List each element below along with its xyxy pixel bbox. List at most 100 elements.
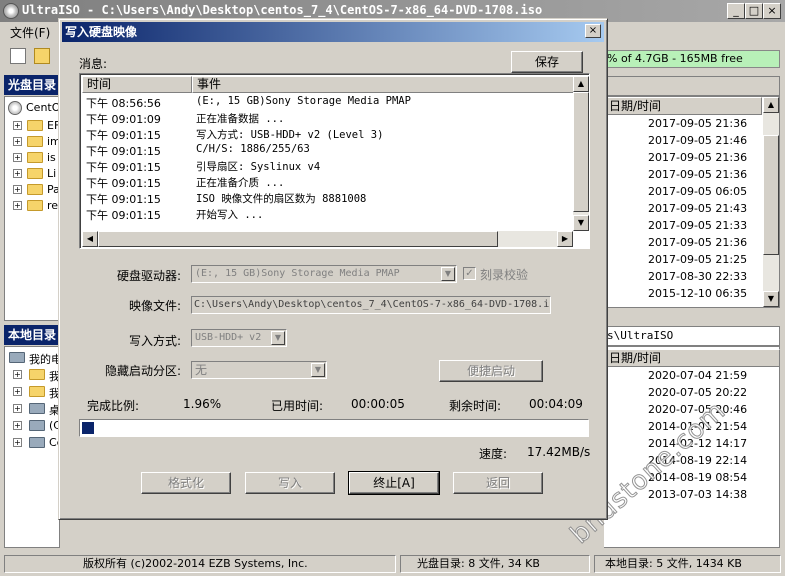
drive-select[interactable]: (E:, 15 GB)Sony Storage Media PMAP ▼	[191, 265, 457, 283]
scroll-up-icon[interactable]: ▲	[763, 97, 779, 113]
iso-folder-item[interactable]: + im	[5, 134, 61, 150]
expand-plus-icon[interactable]: +	[13, 438, 22, 447]
local-file-date[interactable]: 2013-07-03 14:38	[648, 488, 747, 501]
elapsed-value: 00:00:05	[351, 397, 405, 411]
iso-file-date[interactable]: 2017-09-05 21:25	[648, 253, 747, 266]
iso-file-date[interactable]: 2017-09-05 21:36	[648, 236, 747, 249]
iso-folder-item[interactable]: + is	[5, 150, 61, 166]
quick-boot-button[interactable]: 便捷启动	[439, 360, 543, 382]
log-scroll-down-icon[interactable]: ▼	[573, 215, 589, 231]
expand-plus-icon[interactable]: +	[13, 185, 22, 194]
log-scroll-up-icon[interactable]: ▲	[573, 76, 589, 92]
scroll-down-icon[interactable]: ▼	[763, 291, 779, 307]
iso-file-date[interactable]: 2017-09-05 21:36	[648, 117, 747, 130]
save-button[interactable]: 保存	[511, 51, 583, 73]
menu-file[interactable]: 文件(F)	[10, 24, 50, 41]
log-entry[interactable]: 下午 09:01:09 正在准备数据 ...	[82, 111, 572, 127]
folder-icon	[29, 386, 45, 397]
stop-button[interactable]: 终止[A]	[348, 471, 440, 495]
log-time-header[interactable]: 时间	[82, 76, 192, 93]
log-entry[interactable]: 下午 08:56:56 (E:, 15 GB)Sony Storage Media…	[82, 95, 572, 111]
iso-file-date[interactable]: 2017-08-30 22:33	[648, 270, 747, 283]
expand-plus-icon[interactable]: +	[13, 201, 22, 210]
local-path-field[interactable]: s\UltraISO	[604, 326, 780, 346]
log-scroll-right-icon[interactable]: ▶	[557, 231, 573, 247]
iso-file-date[interactable]: 2017-09-05 21:43	[648, 202, 747, 215]
local-file-date[interactable]: 2020-07-04 21:59	[648, 369, 747, 382]
log-event-header[interactable]: 事件	[192, 76, 575, 93]
iso-file-date[interactable]: 2017-09-05 21:46	[648, 134, 747, 147]
iso-tree: CentO + EF + im + is + Li + Pa + re	[4, 96, 61, 321]
dialog-close-icon[interactable]: ×	[585, 24, 601, 38]
hidden-partition-dropdown-icon[interactable]: ▼	[311, 363, 325, 377]
iso-folder-item[interactable]: + Pa	[5, 182, 61, 198]
folder-icon	[27, 120, 43, 131]
expand-plus-icon[interactable]: +	[13, 121, 22, 130]
iso-list-scrollbar[interactable]: ▲ ▼	[763, 97, 779, 307]
log-time: 下午 09:01:15	[86, 209, 161, 222]
folder-icon	[27, 152, 43, 163]
expand-plus-icon[interactable]: +	[13, 421, 22, 430]
local-tree-item[interactable]: + 桌	[5, 401, 61, 417]
log-scroll-left-icon[interactable]: ◀	[82, 231, 98, 247]
iso-folder-item[interactable]: + Li	[5, 166, 61, 182]
expand-plus-icon[interactable]: +	[13, 169, 22, 178]
image-file-field[interactable]: C:\Users\Andy\Desktop\centos_7_4\CentOS-…	[191, 296, 551, 314]
local-tree-item[interactable]: + 我	[5, 367, 61, 383]
iso-date-column-header[interactable]: 日期/时间	[604, 97, 762, 115]
iso-file-date[interactable]: 2017-09-05 21:36	[648, 168, 747, 181]
log-vertical-scrollbar[interactable]: ▲ ▼	[573, 76, 589, 231]
local-tree-item[interactable]: + 我	[5, 384, 61, 400]
expand-plus-icon[interactable]: +	[13, 153, 22, 162]
verify-checkbox[interactable]: ✓	[463, 267, 476, 280]
speed-label: 速度:	[479, 447, 508, 461]
local-date-column-header[interactable]: 日期/时间	[604, 349, 780, 367]
log-entry[interactable]: 下午 09:01:15 正在准备介质 ...	[82, 175, 572, 191]
dialog-title: 写入硬盘映像	[65, 25, 138, 39]
iso-folder-item[interactable]: + re	[5, 198, 61, 214]
format-button[interactable]: 格式化	[141, 472, 231, 494]
messages-label: 消息:	[79, 57, 108, 71]
iso-file-date[interactable]: 2017-09-05 06:05	[648, 185, 747, 198]
disc-icon	[8, 101, 22, 115]
iso-path-bar	[604, 76, 780, 96]
open-folder-icon[interactable]	[34, 48, 50, 64]
iso-file-date[interactable]: 2015-12-10 06:35	[648, 287, 747, 300]
expand-plus-icon[interactable]: +	[13, 370, 22, 379]
expand-plus-icon[interactable]: +	[13, 404, 22, 413]
write-button[interactable]: 写入	[245, 472, 335, 494]
message-log: 时间 事件 下午 08:56:56 (E:, 15 GB)Sony Storage…	[79, 73, 590, 249]
minimize-icon[interactable]: _	[727, 3, 745, 19]
write-mode-select[interactable]: USB-HDD+ v2 ▼	[191, 329, 287, 347]
drive-dropdown-icon[interactable]: ▼	[441, 267, 455, 281]
statusbar: 版权所有 (c)2002-2014 EZB Systems, Inc. 光盘目录…	[0, 552, 785, 576]
log-entry[interactable]: 下午 09:01:15 C/H/S: 1886/255/63	[82, 143, 572, 159]
write-mode-dropdown-icon[interactable]: ▼	[271, 331, 285, 345]
log-entry[interactable]: 下午 09:01:15 ISO 映像文件的扇区数为 8881008	[82, 191, 572, 207]
log-scroll-thumb[interactable]	[573, 92, 589, 212]
log-entry[interactable]: 下午 09:01:15 开始写入 ...	[82, 207, 572, 223]
hidden-partition-select[interactable]: 无 ▼	[191, 361, 327, 379]
local-file-date[interactable]: 2020-07-05 20:22	[648, 386, 747, 399]
log-event: 引导扇区: Syslinux v4	[196, 161, 321, 173]
log-entry[interactable]: 下午 09:01:15 引导扇区: Syslinux v4	[82, 159, 572, 175]
log-horizontal-scrollbar[interactable]: ◀ ▶	[82, 231, 573, 247]
back-button[interactable]: 返回	[453, 472, 543, 494]
local-tree-item[interactable]: 我的电	[5, 350, 62, 366]
new-file-icon[interactable]	[10, 48, 26, 64]
local-tree-item[interactable]: + Ce	[5, 435, 63, 451]
iso-file-date[interactable]: 2017-09-05 21:36	[648, 151, 747, 164]
status-copyright: 版权所有 (c)2002-2014 EZB Systems, Inc.	[4, 555, 396, 573]
log-event: 开始写入 ...	[196, 209, 264, 221]
iso-file-date[interactable]: 2017-09-05 21:33	[648, 219, 747, 232]
close-icon[interactable]: ×	[763, 3, 781, 19]
log-hscroll-thumb[interactable]	[98, 231, 498, 247]
iso-folder-item[interactable]: + EF	[5, 118, 61, 134]
expand-plus-icon[interactable]: +	[13, 137, 22, 146]
maximize-icon[interactable]: □	[745, 3, 763, 19]
log-event: C/H/S: 1886/255/63	[196, 143, 310, 155]
local-tree-item[interactable]: + (C	[5, 418, 61, 434]
log-entry[interactable]: 下午 09:01:15 写入方式: USB-HDD+ v2 (Level 3)	[82, 127, 572, 143]
scroll-thumb[interactable]	[763, 135, 779, 255]
expand-plus-icon[interactable]: +	[13, 387, 22, 396]
